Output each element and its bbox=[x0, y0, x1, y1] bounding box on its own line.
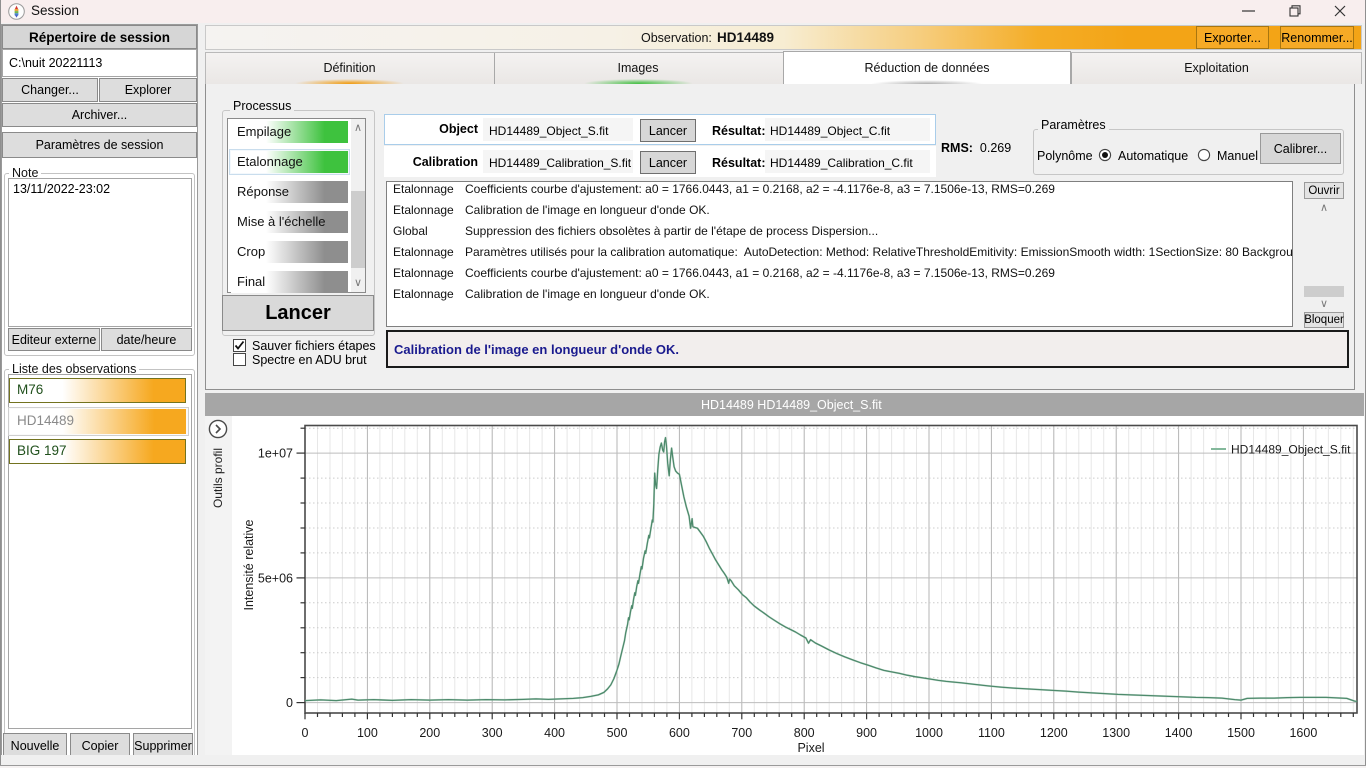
svg-text:600: 600 bbox=[669, 726, 690, 740]
svg-text:1600: 1600 bbox=[1289, 726, 1317, 740]
svg-text:0: 0 bbox=[302, 726, 309, 740]
svg-text:5e+06: 5e+06 bbox=[258, 571, 293, 585]
svg-text:400: 400 bbox=[544, 726, 565, 740]
svg-text:1400: 1400 bbox=[1165, 726, 1193, 740]
svg-text:1e+07: 1e+07 bbox=[258, 447, 293, 461]
svg-text:500: 500 bbox=[607, 726, 628, 740]
svg-text:1000: 1000 bbox=[915, 726, 943, 740]
svg-text:800: 800 bbox=[794, 726, 815, 740]
svg-text:HD14489_Object_S.fit: HD14489_Object_S.fit bbox=[1231, 443, 1351, 457]
svg-text:200: 200 bbox=[419, 726, 440, 740]
svg-text:900: 900 bbox=[856, 726, 877, 740]
svg-text:0: 0 bbox=[286, 696, 293, 710]
svg-text:Pixel: Pixel bbox=[797, 741, 824, 755]
svg-text:100: 100 bbox=[357, 726, 378, 740]
svg-text:1300: 1300 bbox=[1102, 726, 1130, 740]
svg-text:700: 700 bbox=[731, 726, 752, 740]
svg-text:1500: 1500 bbox=[1227, 726, 1255, 740]
svg-text:Intensité relative: Intensité relative bbox=[242, 519, 256, 610]
svg-text:300: 300 bbox=[482, 726, 503, 740]
svg-text:1100: 1100 bbox=[978, 726, 1005, 740]
svg-text:1200: 1200 bbox=[1040, 726, 1068, 740]
